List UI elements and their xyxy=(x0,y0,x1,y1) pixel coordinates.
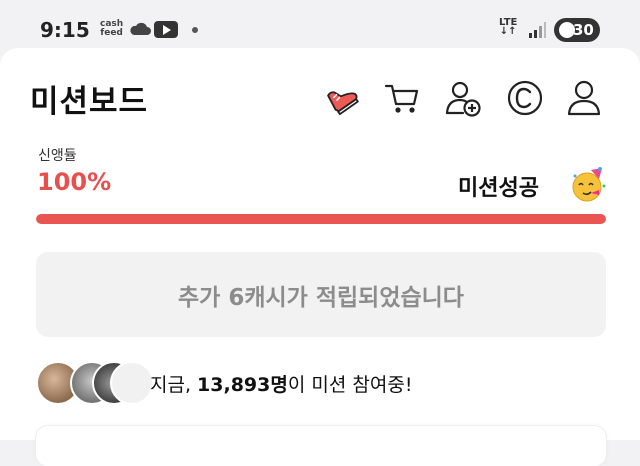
cloud-icon xyxy=(130,22,151,35)
profile-icon[interactable] xyxy=(564,78,604,118)
participants-suffix: 이 미션 참여중! xyxy=(287,374,413,396)
notification-dot-icon xyxy=(192,27,198,33)
participants-prefix: 지금, xyxy=(150,374,198,396)
lte-icon: LTE ↓↑ xyxy=(499,18,517,37)
party-face-icon xyxy=(572,167,606,202)
status-time: 9:15 xyxy=(40,18,90,42)
next-card xyxy=(36,426,606,466)
participants-text: 지금, 13,893명이 미션 참여중! xyxy=(150,370,412,397)
participant-avatars xyxy=(36,361,154,405)
coin-icon[interactable] xyxy=(505,78,545,118)
cart-icon[interactable] xyxy=(382,78,422,118)
progress-bar-fill xyxy=(36,214,606,224)
mission-success-label: 미션성공 xyxy=(458,176,539,201)
status-bar: 9:15 cash feed LTE ↓↑ 30 xyxy=(0,0,640,48)
progress-percentage: 100% xyxy=(37,168,112,196)
header-actions xyxy=(0,78,640,118)
reward-message: 추가 6캐시가 적립되었습니다 xyxy=(178,284,464,311)
battery-level: 30 xyxy=(573,21,594,39)
avatar xyxy=(110,361,154,405)
signal-icon xyxy=(529,22,546,38)
lte-arrows: ↓↑ xyxy=(499,26,517,37)
participants-count: 13,893명 xyxy=(197,374,288,396)
progress-bar xyxy=(36,214,606,224)
battery-indicator: 30 xyxy=(554,18,600,42)
add-user-icon[interactable] xyxy=(443,78,483,118)
progress-label: 신앵듈 xyxy=(38,148,77,164)
cashfeed-line2: feed xyxy=(100,28,123,38)
reward-message-box: 추가 6캐시가 적립되었습니다 xyxy=(36,252,606,337)
cashfeed-notification-icon: cash feed xyxy=(100,20,123,38)
mission-board-screen: 미션보드 신앵듈 100% 미션성공 추가 6캐시가 적립되었습니다 지금, 1… xyxy=(0,48,640,466)
youtube-icon xyxy=(154,21,178,38)
shoe-icon[interactable] xyxy=(322,78,362,118)
